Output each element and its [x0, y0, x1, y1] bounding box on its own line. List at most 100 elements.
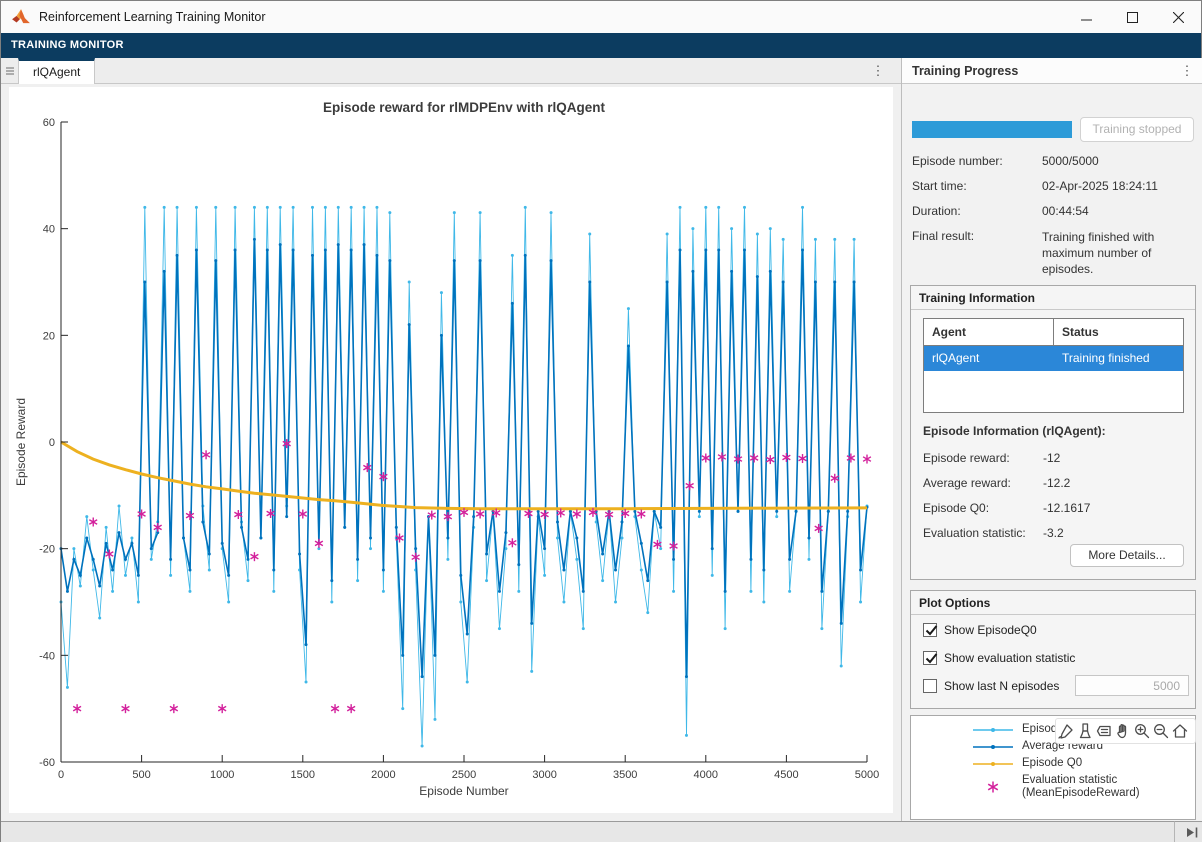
- show-episodeq0-checkbox[interactable]: [923, 623, 937, 637]
- episode-number-label: Episode number:: [912, 154, 1003, 168]
- progress-bar-fill: [912, 121, 1072, 138]
- training-progress-bar: [912, 121, 1072, 138]
- show-evaluation-label: Show evaluation statistic: [944, 651, 1075, 665]
- axes-toolbar: [1055, 718, 1196, 744]
- svg-text:40: 40: [43, 224, 55, 236]
- start-time-value: 02-Apr-2025 18:24:11: [1042, 179, 1158, 193]
- svg-text:1500: 1500: [291, 769, 315, 781]
- maximize-icon: [1127, 12, 1138, 23]
- collapse-right-icon[interactable]: [1186, 826, 1199, 839]
- title-bar: Reinforcement Learning Training Monitor: [1, 1, 1201, 33]
- svg-text:60: 60: [43, 117, 55, 129]
- svg-text:3000: 3000: [532, 769, 556, 781]
- legend-panel: Episode rewardAverage rewardEpisode Q0Ev…: [910, 715, 1196, 820]
- panel-menu-icon[interactable]: ⋮: [1179, 58, 1195, 84]
- plot-options-title: Plot Options: [911, 591, 1195, 615]
- training-plot-figure: 0500100015002000250030003500400045005000…: [9, 87, 893, 813]
- show-last-n-checkbox[interactable]: [923, 679, 937, 693]
- maximize-button[interactable]: [1109, 1, 1155, 33]
- svg-text:2000: 2000: [371, 769, 395, 781]
- grip-icon: [5, 66, 15, 76]
- training-progress-panel: Training stopped Episode number: 5000/50…: [902, 84, 1202, 821]
- duration-value: 00:44:54: [1042, 204, 1089, 218]
- training-stopped-button[interactable]: Training stopped: [1080, 117, 1194, 142]
- evaluation-statistic-value: -3.2: [1043, 526, 1064, 540]
- svg-text:Episode Reward: Episode Reward: [14, 398, 28, 486]
- legend-item-label: Evaluation statistic (MeanEpisodeReward): [1022, 774, 1140, 800]
- line-dot-marker-icon: [973, 742, 1013, 752]
- svg-text:0: 0: [58, 769, 64, 781]
- tab-rlqagent[interactable]: rlQAgent: [18, 58, 95, 84]
- last-n-episodes-input[interactable]: [1075, 675, 1189, 696]
- evaluation-statistic-label: Evaluation statistic:: [923, 526, 1026, 540]
- minimize-icon: [1081, 12, 1092, 23]
- show-evaluation-checkbox[interactable]: [923, 651, 937, 665]
- line-dot-marker-icon: [973, 725, 1013, 735]
- svg-text:4500: 4500: [774, 769, 798, 781]
- episode-reward-chart: 0500100015002000250030003500400045005000…: [9, 87, 893, 813]
- minimize-button[interactable]: [1063, 1, 1109, 33]
- close-button[interactable]: [1155, 1, 1201, 33]
- duration-label: Duration:: [912, 204, 961, 218]
- legend-item: Evaluation statistic (MeanEpisodeReward): [973, 774, 1140, 800]
- episode-reward-label: Episode reward:: [923, 451, 1010, 465]
- training-information-title: Training Information: [911, 286, 1195, 310]
- legend-item: Episode Q0: [973, 757, 1140, 770]
- more-details-button[interactable]: More Details...: [1070, 544, 1184, 567]
- show-episodeq0-label: Show EpisodeQ0: [944, 623, 1037, 637]
- status-cell: Training finished: [1054, 346, 1183, 371]
- matlab-logo-icon: [11, 8, 31, 26]
- tab-overflow-menu-icon[interactable]: ⋮: [869, 58, 887, 84]
- svg-text:Episode reward for rlMDPEnv wi: Episode reward for rlMDPEnv with rlQAgen…: [323, 100, 606, 115]
- close-icon: [1173, 12, 1184, 23]
- svg-text:-20: -20: [39, 544, 55, 556]
- table-row[interactable]: rlQAgent Training finished: [924, 346, 1183, 371]
- agent-column-header: Agent: [924, 319, 1054, 345]
- asterisk-marker-icon: [973, 780, 1013, 794]
- episode-reward-value: -12: [1043, 451, 1060, 465]
- episode-q0-label: Episode Q0:: [923, 501, 989, 515]
- final-result-label: Final result:: [912, 229, 974, 243]
- average-reward-value: -12.2: [1043, 476, 1070, 490]
- svg-text:5000: 5000: [855, 769, 879, 781]
- brush-icon[interactable]: [1075, 721, 1094, 741]
- plot-document-area: 0500100015002000250030003500400045005000…: [1, 84, 901, 821]
- panel-title: Training Progress: [912, 58, 1018, 84]
- zoom-out-icon[interactable]: [1151, 721, 1170, 741]
- show-last-n-label: Show last N episodes: [944, 679, 1059, 693]
- start-time-label: Start time:: [912, 179, 967, 193]
- datatips-icon[interactable]: [1094, 721, 1113, 741]
- export-icon[interactable]: [1056, 721, 1075, 741]
- episode-q0-value: -12.1617: [1043, 501, 1090, 515]
- horizontal-scrollbar-strip[interactable]: [1, 821, 1175, 842]
- tab-grip-handle[interactable]: [1, 58, 18, 84]
- legend-item-label: Episode Q0: [1022, 757, 1082, 770]
- show-episodeq0-checkbox-row[interactable]: Show EpisodeQ0: [923, 623, 1037, 637]
- svg-text:0: 0: [49, 437, 55, 449]
- agent-cell: rlQAgent: [924, 346, 1054, 371]
- episode-number-value: 5000/5000: [1042, 154, 1099, 168]
- svg-text:-60: -60: [39, 757, 55, 769]
- zoom-in-icon[interactable]: [1132, 721, 1151, 741]
- average-reward-label: Average reward:: [923, 476, 1011, 490]
- pan-icon[interactable]: [1113, 721, 1132, 741]
- restore-view-icon[interactable]: [1170, 721, 1189, 741]
- toolstrip: TRAINING MONITOR: [1, 33, 1201, 58]
- show-evaluation-checkbox-row[interactable]: Show evaluation statistic: [923, 651, 1075, 665]
- app-window: Reinforcement Learning Training Monitor …: [0, 0, 1202, 842]
- svg-text:500: 500: [132, 769, 150, 781]
- show-last-n-checkbox-row[interactable]: Show last N episodes: [923, 679, 1059, 693]
- svg-text:Episode Number: Episode Number: [419, 784, 508, 798]
- plot-options-section: Plot Options Show EpisodeQ0 Show evaluat…: [910, 590, 1196, 709]
- final-result-value: Training finished with maximum number of…: [1042, 229, 1194, 277]
- document-tab-strip: rlQAgent ⋮: [1, 58, 901, 84]
- line-dot-marker-icon: [973, 759, 1013, 769]
- agent-status-table: Agent Status rlQAgent Training finished: [923, 318, 1184, 413]
- training-information-section: Training Information Agent Status rlQAge…: [910, 285, 1196, 580]
- training-progress-header: Training Progress ⋮: [901, 58, 1202, 84]
- tab-training-monitor[interactable]: TRAINING MONITOR: [1, 33, 134, 58]
- status-column-header: Status: [1054, 319, 1183, 345]
- window-title: Reinforcement Learning Training Monitor: [39, 10, 266, 24]
- episode-information-title: Episode Information (rlQAgent):: [923, 424, 1106, 438]
- svg-text:3500: 3500: [613, 769, 637, 781]
